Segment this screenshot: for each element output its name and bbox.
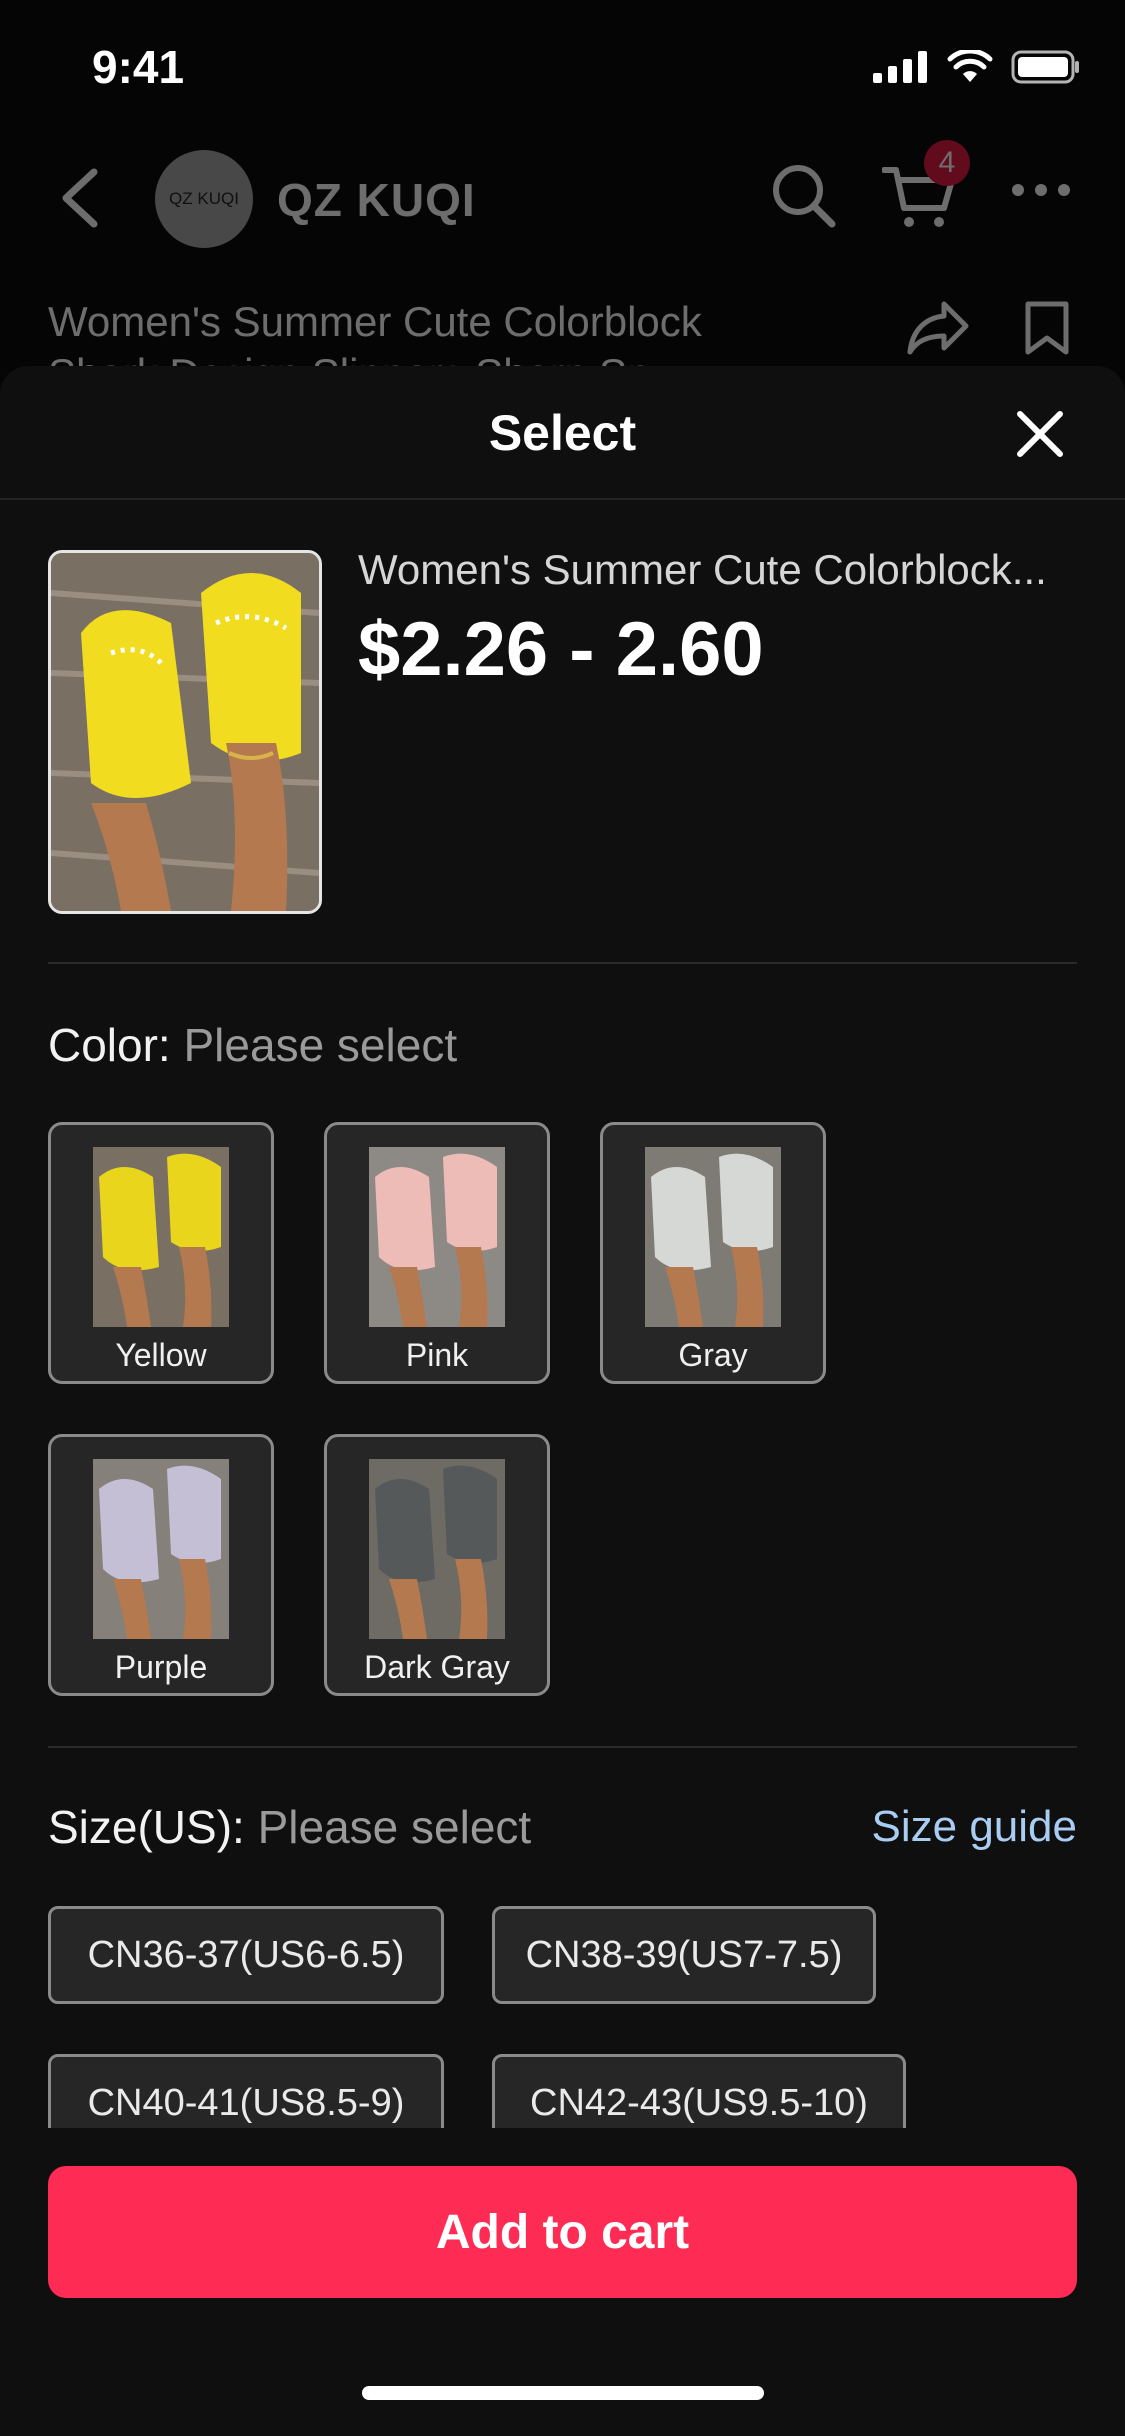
size-guide-link[interactable]: Size guide [872,1802,1077,1852]
bookmark-icon[interactable] [1024,300,1070,356]
color-name: Pink [405,1337,469,1373]
color-option-purple[interactable]: Purple [48,1434,274,1696]
product-photo [51,553,319,911]
product-name: Women's Summer Cute Colorblock... [358,546,1047,593]
more-options-icon[interactable] [1010,180,1072,200]
add-to-cart-button[interactable]: Add to cart [48,2166,1077,2298]
sheet-title: Select [488,405,637,461]
dark-gray-slipper-thumb [369,1459,505,1639]
status-icons [873,50,1081,84]
shop-avatar[interactable]: QZ KUQI [155,150,253,248]
color-label: Color: Please select [48,1018,457,1072]
home-indicator [362,2386,764,2400]
top-nav: QZ KUQI QZ KUQI 4 [0,140,1125,260]
cellular-signal-icon [873,51,927,83]
status-bar: 9:41 [0,0,1125,132]
product-price: $2.26 - 2.60 [358,607,764,692]
select-sheet: Select Women's Summer Cute Colorblock...… [0,366,1125,2436]
close-icon[interactable] [1016,410,1064,458]
size-option[interactable]: CN38-39(US7-7.5) [492,1906,876,2004]
battery-icon [1011,50,1079,84]
divider [48,1746,1077,1748]
size-option[interactable]: CN36-37(US6-6.5) [48,1906,444,2004]
size-label-text: Size(US): [48,1801,245,1853]
cart-count-badge: 4 [924,140,970,186]
color-option-gray[interactable]: Gray [600,1122,826,1384]
background-product-title: Women's Summer Cute Colorblock Shark Des… [48,298,702,366]
share-icon[interactable] [906,300,970,356]
yellow-slipper-thumb [93,1147,229,1327]
color-option-yellow[interactable]: Yellow [48,1122,274,1384]
gray-slipper-thumb [645,1147,781,1327]
color-option-dark-gray[interactable]: Dark Gray [324,1434,550,1696]
color-label-text: Color: [48,1019,171,1071]
back-arrow-icon[interactable] [56,168,106,228]
color-option-pink[interactable]: Pink [324,1122,550,1384]
color-name: Dark Gray [364,1649,510,1685]
color-hint: Please select [183,1019,458,1071]
status-time: 9:41 [92,41,185,93]
sheet-header: Select [0,366,1125,500]
color-name: Yellow [115,1337,207,1373]
divider [48,962,1077,964]
shop-name[interactable]: QZ KUQI [277,173,476,227]
pink-slipper-thumb [369,1147,505,1327]
purple-slipper-thumb [93,1459,229,1639]
color-name: Gray [678,1337,748,1373]
size-label: Size(US): Please select [48,1800,531,1854]
wifi-icon [947,50,993,82]
product-image[interactable] [48,550,322,914]
color-name: Purple [114,1649,208,1685]
size-hint: Please select [257,1801,532,1853]
search-icon[interactable] [770,162,836,228]
